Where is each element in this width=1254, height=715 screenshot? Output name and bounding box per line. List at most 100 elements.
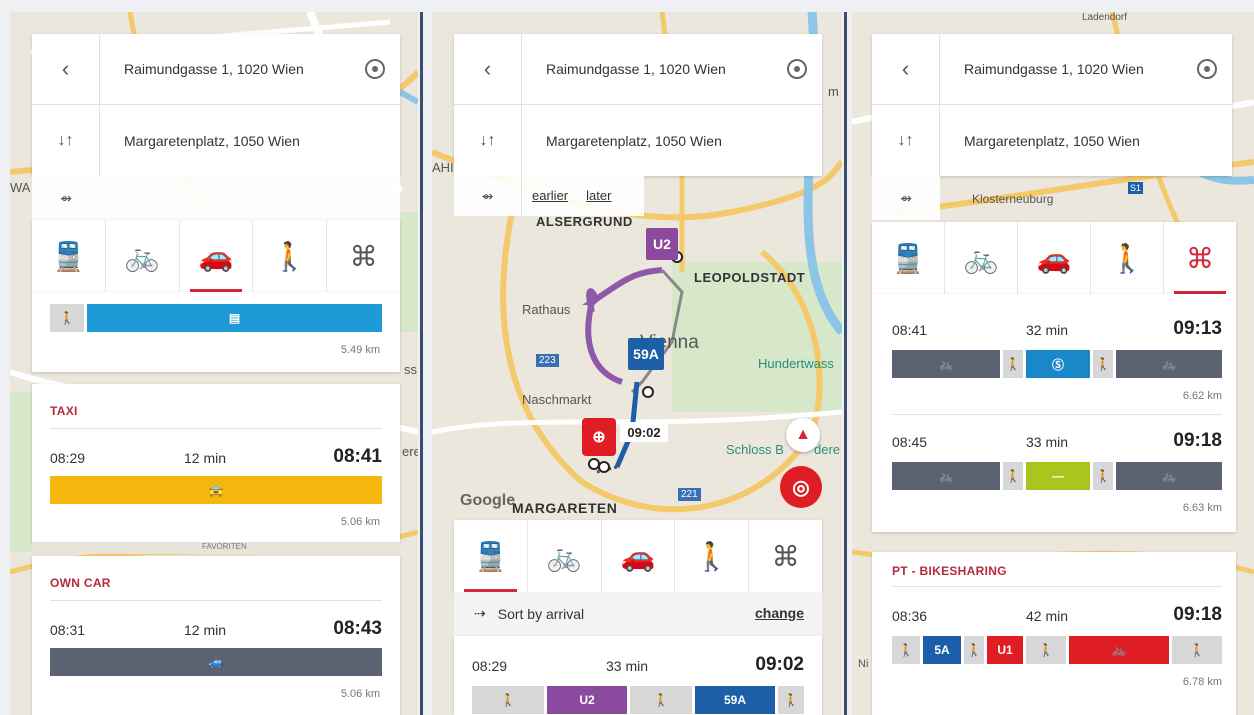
map-label: AHI <box>432 160 454 175</box>
locate-button[interactable] <box>350 59 400 79</box>
duration: 12 min <box>184 450 227 466</box>
swap-button[interactable]: ↓↑ <box>872 105 940 176</box>
back-button[interactable]: ‹ <box>32 34 100 104</box>
bus-segment: 59A <box>695 686 775 714</box>
citybike-segment: 🚲 <box>1069 636 1169 664</box>
screen-car-results: WA ss ere ‹ Raimundgasse 1, 1020 Wien ↓↑… <box>10 12 418 715</box>
from-field[interactable]: Raimundgasse 1, 1020 Wien <box>940 59 1182 79</box>
tab-car[interactable]: 🚗 <box>602 520 676 592</box>
mode-tabs: 🚆 🚲 🚗 🚶 ⌘ <box>454 520 822 592</box>
locate-icon: ◎ <box>792 476 810 499</box>
tab-public-transport[interactable]: 🚆 <box>32 220 106 292</box>
tram-icon: 🚆 <box>50 240 86 272</box>
screen-combined-results: Klosterneuburg Ladendorf S1 Ni ‹ Raimund… <box>852 12 1254 715</box>
tab-combined[interactable]: ⌘ <box>749 520 822 592</box>
tab-public-transport[interactable]: 🚆 <box>454 520 528 592</box>
destination-pin[interactable]: ⊕ <box>582 418 616 456</box>
later-link[interactable]: later <box>586 188 611 203</box>
distance: 5.49 km <box>340 344 380 356</box>
sort-bar: ⇢ Sort by arrival change <box>454 592 822 636</box>
map-label: ss <box>404 362 417 377</box>
map-label: Klosterneuburg <box>972 192 1054 206</box>
back-button[interactable]: ‹ <box>872 34 940 104</box>
walk-segment: 🚶 <box>1003 462 1023 490</box>
compass-button[interactable]: ▲ <box>786 418 820 452</box>
from-field[interactable]: Raimundgasse 1, 1020 Wien <box>100 59 350 79</box>
tab-walk[interactable]: 🚶 <box>1091 222 1164 294</box>
taxi-card[interactable]: TAXI 08:29 12 min 08:41 🚖 5.06 km <box>32 384 400 542</box>
combined-icon: ⌘ <box>1186 242 1214 274</box>
target-icon: ⊕ <box>592 429 606 446</box>
time-icon[interactable]: ⇴ <box>32 176 100 220</box>
depart-time: 08:45 <box>892 434 928 450</box>
combined-icon: ⌘ <box>771 540 800 572</box>
bus-pin[interactable]: 59A <box>628 338 664 370</box>
change-sort-link[interactable]: change <box>755 605 804 621</box>
result-card[interactable]: 🚶 ▤ 5.49 km <box>32 292 400 372</box>
tab-bike[interactable]: 🚲 <box>528 520 602 592</box>
locate-button[interactable] <box>1182 59 1232 79</box>
my-location-button[interactable]: ◎ <box>780 466 822 508</box>
walk-segment: 🚶 <box>1026 636 1066 664</box>
sort-label: Sort by arrival <box>497 605 585 622</box>
map-label: MARGARETEN <box>512 500 618 516</box>
app-screens: WA ss ere ‹ Raimundgasse 1, 1020 Wien ↓↑… <box>0 0 1254 715</box>
mode-tabs: 🚆 🚲 🚗 🚶 ⌘ <box>872 222 1236 294</box>
tab-walk[interactable]: 🚶 <box>253 220 328 292</box>
route-shield: 221 <box>678 488 701 501</box>
depart-time: 08:29 <box>50 450 86 466</box>
map-label: Rathaus <box>522 302 571 317</box>
time-icon[interactable]: ⇴ <box>872 176 940 220</box>
u1-segment: U1 <box>987 636 1023 664</box>
screen-divider <box>844 12 847 715</box>
to-field[interactable]: Margaretenplatz, 1050 Wien <box>940 131 1232 151</box>
depart-time: 08:36 <box>892 608 928 624</box>
tab-bike[interactable]: 🚲 <box>945 222 1018 294</box>
bike-icon: 🚲 <box>124 240 160 272</box>
bike-icon: 🚲 <box>963 242 999 274</box>
locate-button[interactable] <box>772 59 822 79</box>
distance: 5.06 km <box>340 516 380 528</box>
u2-segment: U2 <box>547 686 627 714</box>
swap-button[interactable]: ↓↑ <box>32 105 100 176</box>
swap-button[interactable]: ↓↑ <box>454 105 522 176</box>
u2-pin[interactable]: U2 <box>646 228 678 260</box>
bike-segment: 🚲 <box>1116 462 1222 490</box>
sort-icon: ⇢ <box>474 605 486 621</box>
walk-segment: 🚶 <box>1003 350 1023 378</box>
tab-bike[interactable]: 🚲 <box>106 220 180 292</box>
trip-bar[interactable]: 🚲 🚶 — 🚶 🚲 <box>892 462 1222 490</box>
tab-combined[interactable]: ⌘ <box>327 220 400 292</box>
tab-car[interactable]: 🚗 <box>180 220 254 292</box>
earlier-link[interactable]: earlier <box>532 188 568 203</box>
walk-segment: 🚶 <box>892 636 920 664</box>
to-field[interactable]: Margaretenplatz, 1050 Wien <box>100 131 400 151</box>
arrive-time: 08:41 <box>333 446 382 467</box>
walk-segment: 🚶 <box>630 686 692 714</box>
sort-info: ⇢ Sort by arrival <box>474 605 584 622</box>
tab-public-transport[interactable]: 🚆 <box>872 222 945 294</box>
tab-walk[interactable]: 🚶 <box>675 520 750 592</box>
tab-combined[interactable]: ⌘ <box>1164 222 1236 294</box>
carsharing-segment: ▤ <box>87 304 382 332</box>
back-button[interactable]: ‹ <box>454 34 522 104</box>
own-car-card[interactable]: OWN CAR 08:31 12 min 08:43 🚙 5.06 km <box>32 556 400 715</box>
bus-segment: 5A <box>923 636 961 664</box>
sbahn-segment: Ⓢ <box>1026 350 1090 378</box>
time-icon[interactable]: ⇴ <box>454 176 522 216</box>
trip-bar[interactable]: 🚲 🚶 Ⓢ 🚶 🚲 <box>892 350 1222 378</box>
walk-icon: 🚶 <box>1109 242 1145 274</box>
tab-car[interactable]: 🚗 <box>1018 222 1091 294</box>
from-field[interactable]: Raimundgasse 1, 1020 Wien <box>522 59 772 79</box>
trip-bar: 🚙 <box>50 648 382 676</box>
map-gap: FAVORITEN <box>32 542 400 554</box>
taxi-icon: 🚖 <box>208 483 224 497</box>
bike-segment: 🚲 <box>892 350 1000 378</box>
sbahn-icon: Ⓢ <box>1051 357 1064 372</box>
result-card[interactable]: 08:29 33 min 09:02 🚶 U2 🚶 59A 🚶 <box>454 636 822 715</box>
duration: 42 min <box>1026 608 1069 624</box>
bikesharing-card[interactable]: PT - BIKESHARING 08:36 42 min 09:18 🚶 5A… <box>872 552 1236 715</box>
walk-segment: 🚶 <box>1172 636 1222 664</box>
to-field[interactable]: Margaretenplatz, 1050 Wien <box>522 131 822 151</box>
map-label: WA <box>10 180 31 195</box>
